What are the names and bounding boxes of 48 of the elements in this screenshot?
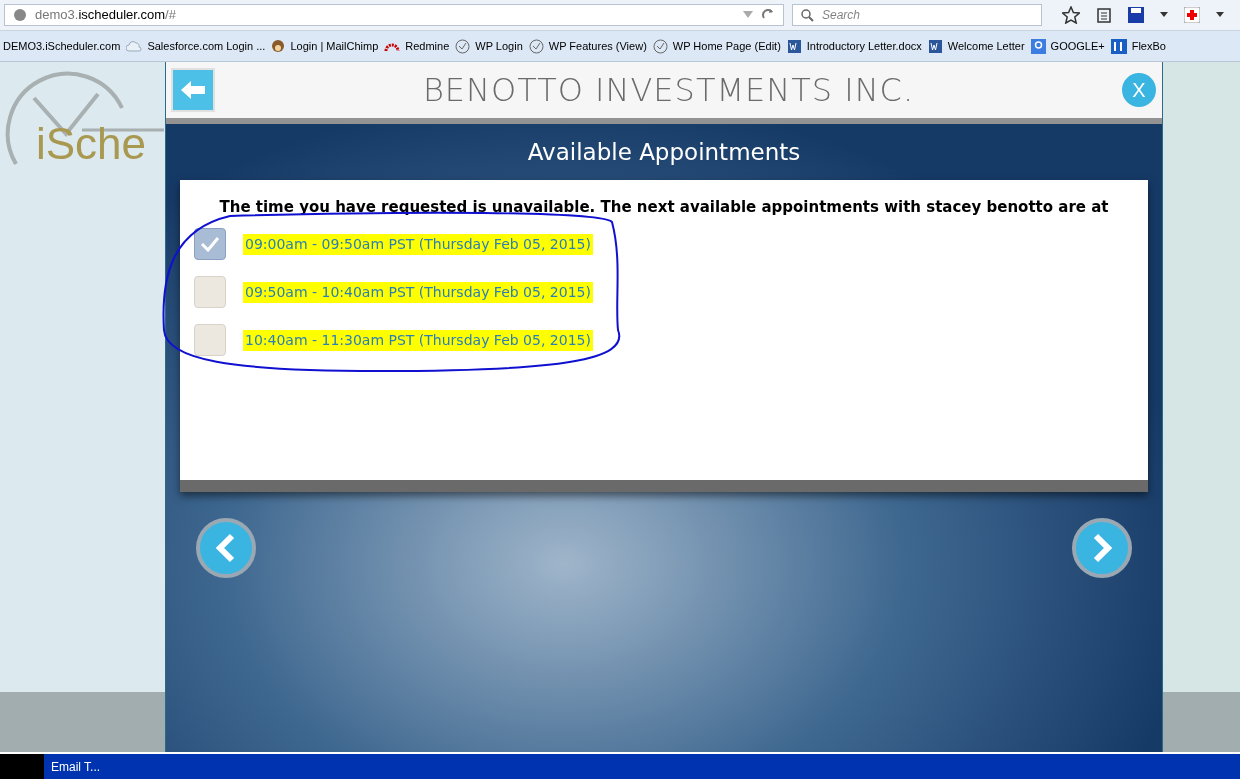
dropdown-icon[interactable] — [1160, 12, 1168, 18]
globe-icon — [13, 8, 27, 22]
section-heading: Available Appointments — [526, 137, 802, 167]
bookmark-link[interactable]: GOOGLE+ — [1050, 37, 1105, 55]
url-text: demo3.ischeduler.com/# — [35, 6, 176, 25]
bookmark-link[interactable]: DEMO3.iScheduler.com — [3, 37, 121, 55]
bookmark-link[interactable]: WP Features (View) — [548, 37, 647, 55]
search-field[interactable]: Search — [792, 4, 1042, 26]
document-icon — [786, 38, 802, 54]
bookmark-link[interactable]: FlexBo — [1131, 37, 1166, 55]
google-icon — [1030, 38, 1046, 54]
checkmark-icon — [200, 236, 220, 252]
address-bar[interactable]: demo3.ischeduler.com/# — [4, 4, 784, 26]
clipboard-icon[interactable] — [1096, 7, 1112, 23]
start-area[interactable] — [0, 754, 44, 779]
clock-icon — [455, 38, 471, 54]
first-aid-icon[interactable] — [1184, 7, 1200, 23]
clock-icon — [528, 38, 544, 54]
message-text: The time you have requested is unavailable. The next available appointments with stacey benotto are at — [219, 197, 1109, 217]
next-button[interactable] — [1072, 518, 1132, 578]
previous-button[interactable] — [196, 518, 256, 578]
search-input[interactable]: Search — [822, 6, 1033, 24]
left-arrow-icon — [181, 81, 205, 99]
chevron-right-icon — [1092, 533, 1112, 563]
search-icon — [801, 8, 814, 22]
document-icon — [927, 38, 943, 54]
clock-icon — [652, 38, 668, 54]
checkbox[interactable] — [194, 324, 226, 356]
bookmark-link[interactable]: WP Login — [475, 37, 523, 55]
appointment-time[interactable]: 10:40am - 11:30am PST (Thursday Feb 05, 2015) — [243, 329, 593, 351]
taskbar-item[interactable]: Email T... — [44, 754, 108, 779]
checkbox[interactable] — [194, 276, 226, 308]
bookmark-link[interactable]: Redmine — [405, 37, 450, 55]
cloud-icon — [126, 40, 143, 52]
star-icon[interactable] — [1062, 6, 1080, 24]
bookmark-link[interactable]: Introductory Letter.docx — [806, 37, 922, 55]
chevron-left-icon — [216, 533, 236, 563]
dropdown-icon[interactable] — [1216, 12, 1224, 18]
checkbox[interactable] — [194, 228, 226, 260]
bookmark-link[interactable]: WP Home Page (Edit) — [672, 37, 781, 55]
logo-text: iSche — [35, 122, 147, 166]
company-title: BENOTTO INVESTMENTS INC. — [421, 70, 916, 111]
appointment-time[interactable]: 09:50am - 10:40am PST (Thursday Feb 05, 2015) — [243, 281, 593, 303]
bookmark-link[interactable]: Salesforce.com Login ... — [147, 37, 266, 55]
appointment-time[interactable]: 09:00am - 09:50am PST (Thursday Feb 05, 2015) — [243, 233, 593, 255]
bookmark-link[interactable]: Login | MailChimp — [290, 37, 379, 55]
bookmark-link[interactable]: Welcome Letter — [947, 37, 1025, 55]
monkey-icon — [271, 39, 286, 53]
